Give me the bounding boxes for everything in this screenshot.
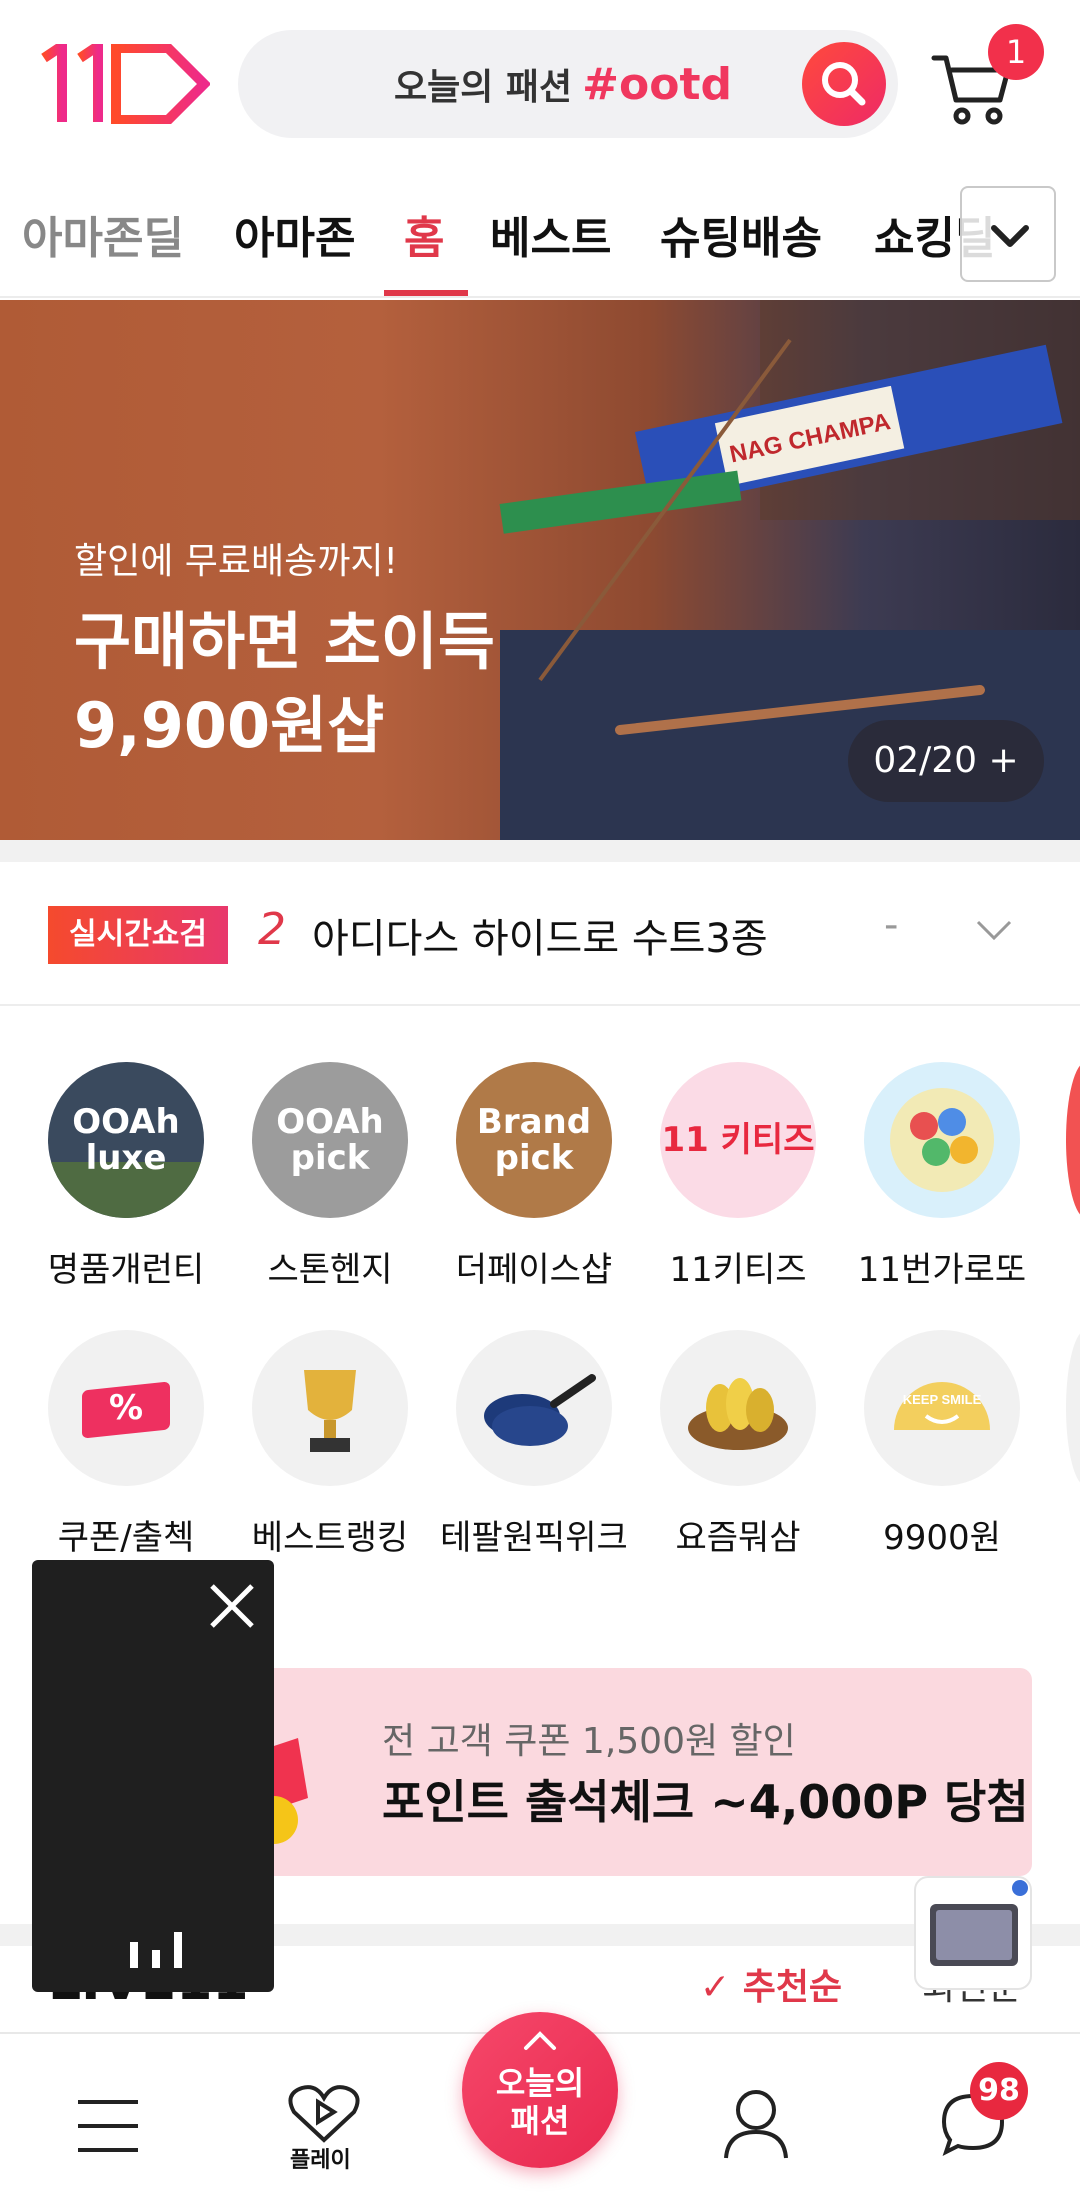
shortcut-label: 더페이스샵 [455, 1250, 613, 1290]
shortcut-label: 베스트랭킹 [251, 1518, 409, 1558]
attendance-subtitle: 전 고객 쿠폰 1,500원 할인 [382, 1721, 796, 1762]
category-tabs: 아마존딜 아마존 홈 베스트 슈팅배송 쇼킹딜 [0, 180, 1080, 298]
shortcut-label: 11번가로또 [857, 1250, 1027, 1290]
chevron-up-icon [524, 2031, 556, 2050]
shortcut-label: 테팔원픽위크 [440, 1518, 628, 1558]
cart-count-badge: 1 [988, 24, 1044, 80]
search-text: 오늘의 패션 [394, 67, 573, 108]
shortcut-label: 9900원 [883, 1518, 1001, 1558]
shortcut-stonehenge[interactable]: OOAh pick 스톤헨지 [230, 1062, 430, 1291]
active-tab-indicator [384, 290, 468, 296]
sort-recommended[interactable]: ✓ 추천순 [700, 1958, 842, 2010]
hero-title: 구매하면 초이득 9,900원샵 [74, 600, 495, 768]
rank-change: - [884, 902, 899, 948]
kitties-icon: 11 키티즈 [660, 1062, 816, 1218]
tab-shooting-delivery[interactable]: 슈팅배송 [660, 202, 822, 266]
fab-label-line1: 오늘의 [495, 2064, 585, 2102]
search-button[interactable] [802, 42, 886, 126]
search-bar[interactable]: 오늘의 패션 #ootd [238, 30, 898, 138]
keep-smile-graphic: KEEP SMILE [894, 1382, 990, 1430]
realtime-ranking-bar[interactable]: 실시간쇼검 2 아디다스 하이드로 수트3종 - [0, 864, 1080, 1006]
close-icon[interactable] [204, 1578, 260, 1634]
pick-icon-text: OOAh pick [276, 1102, 384, 1178]
hero-title-line1: 구매하면 초이득 [74, 605, 495, 678]
section-divider [0, 840, 1080, 862]
app-header: 오늘의 패션 #ootd 1 [0, 0, 1080, 170]
trophy-graphic [304, 1370, 356, 1452]
pick-icon: OOAh pick [252, 1062, 408, 1218]
shortcut-11lotto[interactable]: 11번가로또 [842, 1062, 1042, 1291]
mini-video-player[interactable] [32, 1560, 274, 1992]
audio-bars-icon [130, 1932, 182, 1968]
banner-pager[interactable]: 02/20 + [848, 720, 1044, 802]
luxe-icon: OOAh luxe [48, 1062, 204, 1218]
fab-label: 오늘의 패션 [462, 2064, 618, 2140]
hero-banner[interactable]: NAG CHAMPA 할인에 무료배송까지! 구매하면 초이득 9,900원샵 … [0, 300, 1080, 840]
play-heart-icon[interactable] [286, 2084, 362, 2144]
floating-product-ad[interactable] [914, 1876, 1032, 1990]
brand-pick-icon: Brand pick [456, 1062, 612, 1218]
brand-pick-icon-text: Brand pick [476, 1102, 592, 1178]
chevron-down-icon[interactable] [974, 916, 1014, 946]
shortcut-11kitties[interactable]: 11 키티즈 11키티즈 [638, 1062, 838, 1291]
shortcut-best-ranking[interactable]: 베스트랭킹 [230, 1330, 430, 1559]
chat-count-badge: 98 [970, 2062, 1028, 2120]
11st-logo[interactable] [40, 44, 210, 124]
tab-best[interactable]: 베스트 [490, 202, 611, 266]
attendance-title: 포인트 출석체크 ~4,000P 당첨 [382, 1775, 1029, 1829]
frying-pan-icon [456, 1330, 612, 1486]
corn-basket-icon [660, 1330, 816, 1486]
hero-subtitle: 할인에 무료배송까지! [74, 541, 398, 582]
shortcut-partial[interactable] [1066, 1330, 1080, 1486]
shortcut-partial[interactable] [1066, 1062, 1080, 1218]
shortcut-luxury-guarantee[interactable]: OOAh luxe 명품개런티 [26, 1062, 226, 1291]
shortcut-label: 11키티즈 [669, 1250, 807, 1290]
shortcut-label: 쿠폰/출첵 [57, 1518, 195, 1558]
shortcut-9900won[interactable]: KEEP SMILE 9900원 [842, 1330, 1042, 1559]
kitties-icon-text: 11 키티즈 [661, 1120, 815, 1160]
tab-amazon-deal[interactable]: 아마존딜 [22, 202, 184, 266]
user-icon[interactable] [722, 2088, 790, 2160]
coupon-icon-text: % [108, 1388, 144, 1428]
realtime-rank: 2 [258, 904, 286, 955]
hero-title-line2: 9,900원샵 [74, 689, 385, 762]
tab-amazon[interactable]: 아마존 [234, 202, 355, 266]
search-icon [822, 62, 866, 106]
tab-expand-button[interactable] [960, 186, 1056, 282]
shortcut-whats-trending[interactable]: 요즘뭐삼 [638, 1330, 838, 1559]
smile-icon: KEEP SMILE [864, 1330, 1020, 1486]
todays-fashion-button[interactable]: 오늘의 패션 [462, 2012, 618, 2168]
shortcut-label: 요즘뭐삼 [675, 1518, 801, 1558]
corn-graphic [688, 1378, 788, 1450]
shortcut-tefal-week[interactable]: 테팔원픽위크 [434, 1330, 634, 1559]
search-keyword: 오늘의 패션 #ootd [394, 58, 732, 110]
tablet-icon [930, 1880, 1028, 1966]
luxe-icon-text: OOAh luxe [72, 1102, 180, 1178]
coupon-icon: % [48, 1330, 204, 1486]
attendance-banner[interactable]: 전 고객 쿠폰 1,500원 할인 포인트 출석체크 ~4,000P 당첨 [208, 1668, 1032, 1876]
lotto-balls-icon [864, 1062, 1020, 1218]
play-label: 플레이 [290, 2148, 351, 2173]
realtime-badge: 실시간쇼검 [48, 906, 228, 964]
lotto-balls-graphic [890, 1088, 994, 1192]
shortcut-thefaceshop[interactable]: Brand pick 더페이스샵 [434, 1062, 634, 1291]
frying-pan-graphic [484, 1374, 596, 1446]
search-hashtag: #ootd [582, 59, 732, 110]
keep-smile-text: KEEP SMILE [903, 1392, 982, 1407]
shortcut-coupon-checkin[interactable]: % 쿠폰/출첵 [26, 1330, 226, 1559]
realtime-item[interactable]: 아디다스 하이드로 수트3종 [312, 906, 768, 964]
fab-label-line2: 패션 [510, 2102, 570, 2140]
shortcut-label: 명품개런티 [47, 1250, 205, 1290]
menu-icon[interactable] [76, 2096, 140, 2156]
shortcut-label: 스톤헨지 [267, 1250, 393, 1290]
tab-home[interactable]: 홈 [404, 202, 444, 266]
trophy-icon [252, 1330, 408, 1486]
chevron-down-icon [991, 225, 1029, 247]
